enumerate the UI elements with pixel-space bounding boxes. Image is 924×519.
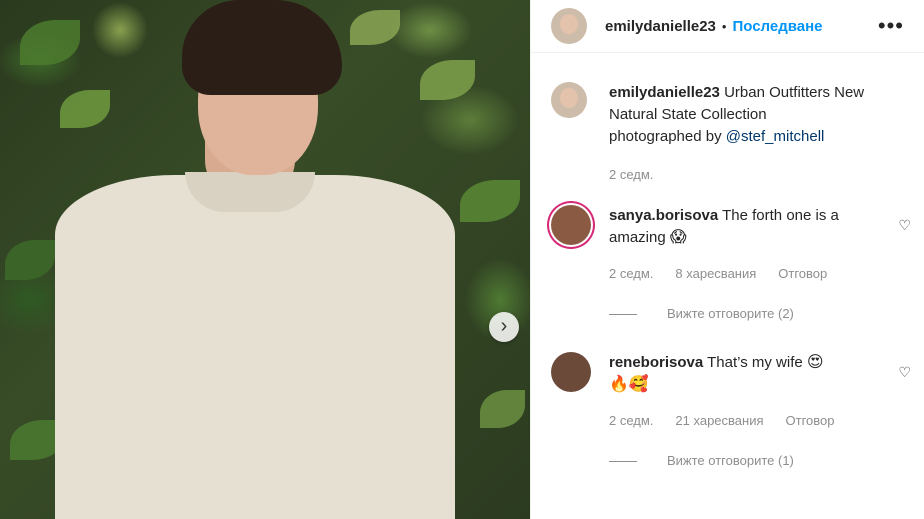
more-options-icon[interactable]: ••• <box>878 15 904 37</box>
follow-button[interactable]: Последване <box>732 18 822 35</box>
post-caption: emilydanielle23 Urban Outfitters New Nat… <box>551 82 911 186</box>
person-hair <box>182 0 342 95</box>
person-shirt <box>55 175 455 519</box>
comment-text: That’s my wife <box>707 354 803 371</box>
next-slide-button[interactable]: › <box>489 312 519 342</box>
leaf-decoration <box>20 20 80 65</box>
reply-button[interactable]: Отговор <box>786 410 835 432</box>
comment-timestamp[interactable]: 2 седм. <box>609 263 653 285</box>
comment-text: The forth one is a <box>722 207 839 224</box>
view-replies-label: Вижте отговорите (2) <box>667 306 794 321</box>
fire-smiling-hearts-emoji: 🔥🥰 <box>609 376 649 393</box>
view-replies-button[interactable]: Вижте отговорите (2) <box>609 303 911 325</box>
leaf-decoration <box>60 90 110 128</box>
author-avatar[interactable] <box>551 8 587 44</box>
heart-eyes-emoji: 😍 <box>806 354 824 371</box>
comment-username[interactable]: reneborisova <box>609 354 703 371</box>
post-header: emilydanielle23 • Последване ••• <box>531 0 924 53</box>
comment-likes[interactable]: 21 харесвания <box>675 410 763 432</box>
view-replies-label: Вижте отговорите (1) <box>667 453 794 468</box>
scream-emoji: 😱 <box>669 229 687 246</box>
view-replies-button[interactable]: Вижте отговорите (1) <box>609 450 911 472</box>
comment-likes[interactable]: 8 харесвания <box>675 263 756 285</box>
comment-item: reneborisova That’s my wife 😍 🔥🥰 2 седм.… <box>551 352 911 472</box>
like-heart-icon[interactable]: ♡ <box>898 217 911 234</box>
replies-line <box>609 313 637 315</box>
post-side-panel: emilydanielle23 • Последване ••• emilyda… <box>530 0 924 519</box>
caption-text-line1: Urban Outfitters New <box>724 84 865 101</box>
replies-line <box>609 460 637 462</box>
leaf-decoration <box>460 180 520 222</box>
leaf-decoration <box>350 10 400 45</box>
author-username[interactable]: emilydanielle23 <box>605 18 716 35</box>
caption-text-line3: photographed by <box>609 128 722 145</box>
reply-button[interactable]: Отговор <box>778 263 827 285</box>
commenter-avatar[interactable] <box>551 205 591 245</box>
caption-username[interactable]: emilydanielle23 <box>609 84 720 101</box>
caption-author-avatar[interactable] <box>551 82 587 118</box>
caption-text-line2: Natural State Collection <box>609 106 767 123</box>
leaf-decoration <box>5 240 55 280</box>
comment-timestamp[interactable]: 2 седм. <box>609 410 653 432</box>
leaf-decoration <box>480 390 525 428</box>
caption-mention-link[interactable]: @stef_mitchell <box>726 128 825 145</box>
caption-timestamp[interactable]: 2 седм. <box>609 164 653 186</box>
comment-item: sanya.borisova The forth one is a amazin… <box>551 205 911 325</box>
post-photo[interactable]: › <box>0 0 530 519</box>
comment-text-cont: amazing <box>609 229 666 246</box>
commenter-avatar[interactable] <box>551 352 591 392</box>
separator-dot: • <box>721 18 727 34</box>
shirt-collar <box>185 172 315 212</box>
leaf-decoration <box>420 60 475 100</box>
like-heart-icon[interactable]: ♡ <box>898 364 911 381</box>
comment-username[interactable]: sanya.borisova <box>609 207 718 224</box>
